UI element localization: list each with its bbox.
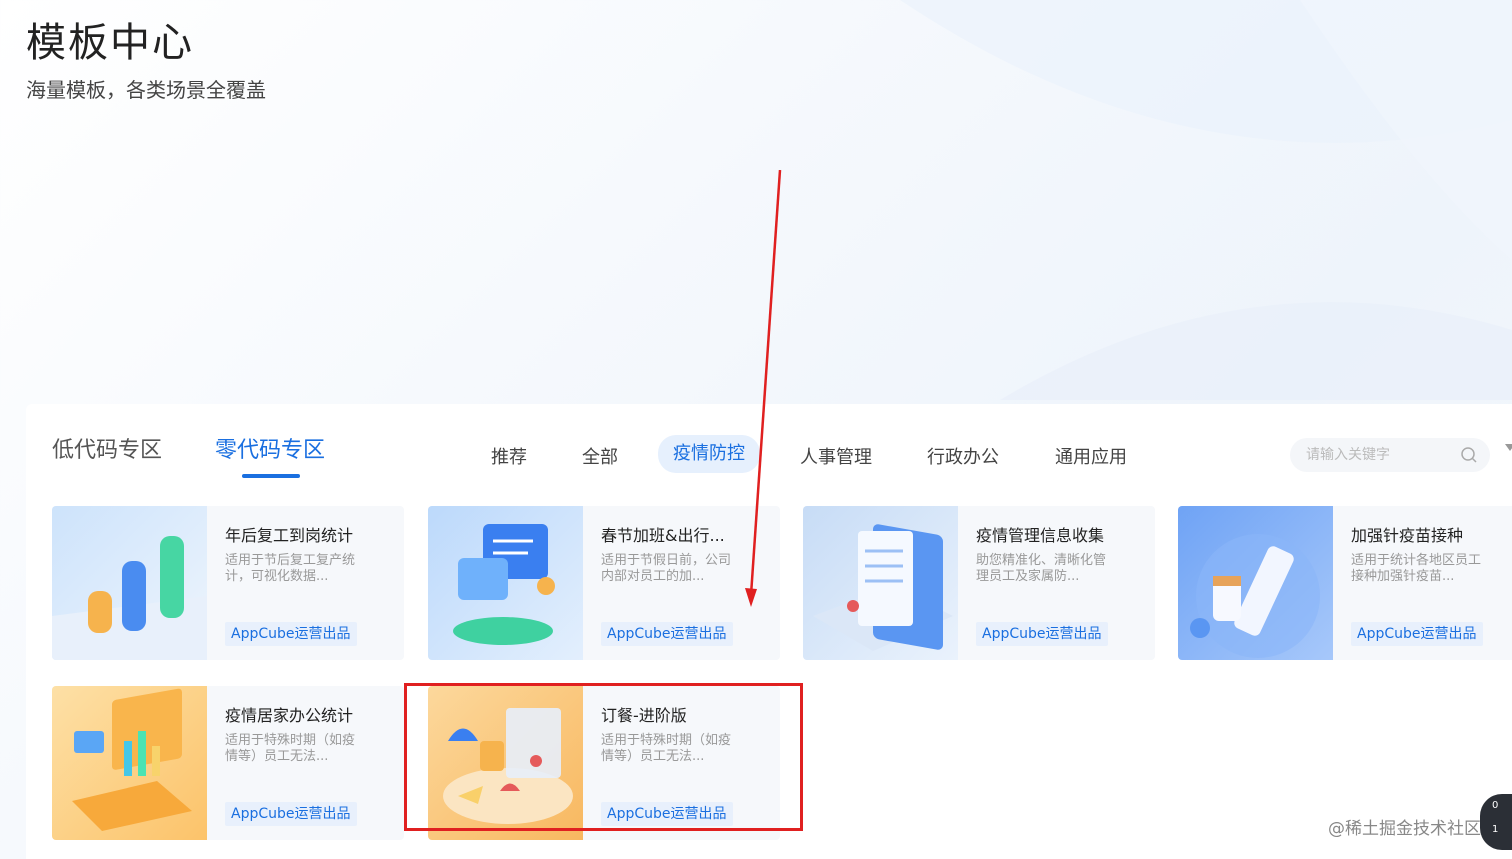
- tab-zero-code-zone[interactable]: 零代码专区: [215, 432, 325, 464]
- laptop-illustration: [52, 686, 207, 840]
- widget-up-count: 0: [1492, 800, 1499, 811]
- tab-low-code-zone[interactable]: 低代码专区: [52, 432, 162, 464]
- card-title: 春节加班&出行...: [601, 526, 725, 545]
- watermark: @稀土掘金技术社区: [1328, 819, 1481, 839]
- publisher-badge: AppCube运营出品: [1351, 622, 1483, 646]
- category-recommend[interactable]: 推荐: [491, 443, 527, 469]
- category-all[interactable]: 全部: [582, 443, 618, 469]
- card-title: 年后复工到岗统计: [225, 526, 354, 545]
- search-icon[interactable]: [1460, 446, 1478, 464]
- category-general[interactable]: 通用应用: [1055, 443, 1127, 469]
- page-subtitle: 海量模板，各类场景全覆盖: [26, 78, 266, 102]
- template-card[interactable]: 疫情居家办公统计 适用于特殊时期（如疫情等）员工无法... AppCube运营出…: [52, 686, 404, 840]
- bar-chart-illustration: [52, 506, 207, 660]
- clipboard-illustration: [803, 506, 958, 660]
- active-tab-indicator: [242, 474, 300, 478]
- template-card[interactable]: 加强针疫苗接种 适用于统计各地区员工接种加强针疫苗... AppCube运营出品: [1178, 506, 1512, 660]
- card-description: 适用于节后复工复产统计，可视化数据...: [225, 553, 356, 584]
- template-card[interactable]: 疫情管理信息收集 助您精准化、清晰化管理员工及家属防... AppCube运营出…: [803, 506, 1155, 660]
- card-description: 适用于节假日前，公司内部对员工的加...: [601, 553, 732, 584]
- vaccine-illustration: [1178, 506, 1333, 660]
- card-description: 助您精准化、清晰化管理员工及家属防...: [976, 553, 1107, 584]
- card-description: 适用于统计各地区员工接种加强针疫苗...: [1351, 553, 1482, 584]
- category-hr[interactable]: 人事管理: [800, 443, 872, 469]
- widget-down-count: 1: [1492, 824, 1499, 835]
- publisher-badge: AppCube运营出品: [225, 622, 357, 646]
- card-title: 疫情居家办公统计: [225, 706, 354, 725]
- card-description: 适用于特殊时期（如疫情等）员工无法...: [225, 733, 356, 764]
- chat-bubble-illustration: [428, 506, 583, 660]
- chevron-down-icon[interactable]: [1505, 444, 1512, 452]
- template-card[interactable]: 春节加班&出行... 适用于节假日前，公司内部对员工的加... AppCube运…: [428, 506, 780, 660]
- publisher-badge: AppCube运营出品: [976, 622, 1108, 646]
- card-title: 疫情管理信息收集: [976, 526, 1105, 545]
- card-title: 加强针疫苗接种: [1351, 526, 1464, 545]
- page-title: 模板中心: [26, 20, 194, 66]
- publisher-badge: AppCube运营出品: [601, 622, 733, 646]
- category-admin[interactable]: 行政办公: [927, 443, 999, 469]
- annotation-highlight-box: [404, 683, 803, 831]
- template-card[interactable]: 年后复工到岗统计 适用于节后复工复产统计，可视化数据... AppCube运营出…: [52, 506, 404, 660]
- publisher-badge: AppCube运营出品: [225, 802, 357, 826]
- annotation-arrow-icon: [745, 170, 782, 607]
- floating-widget[interactable]: 0 1: [1480, 794, 1512, 850]
